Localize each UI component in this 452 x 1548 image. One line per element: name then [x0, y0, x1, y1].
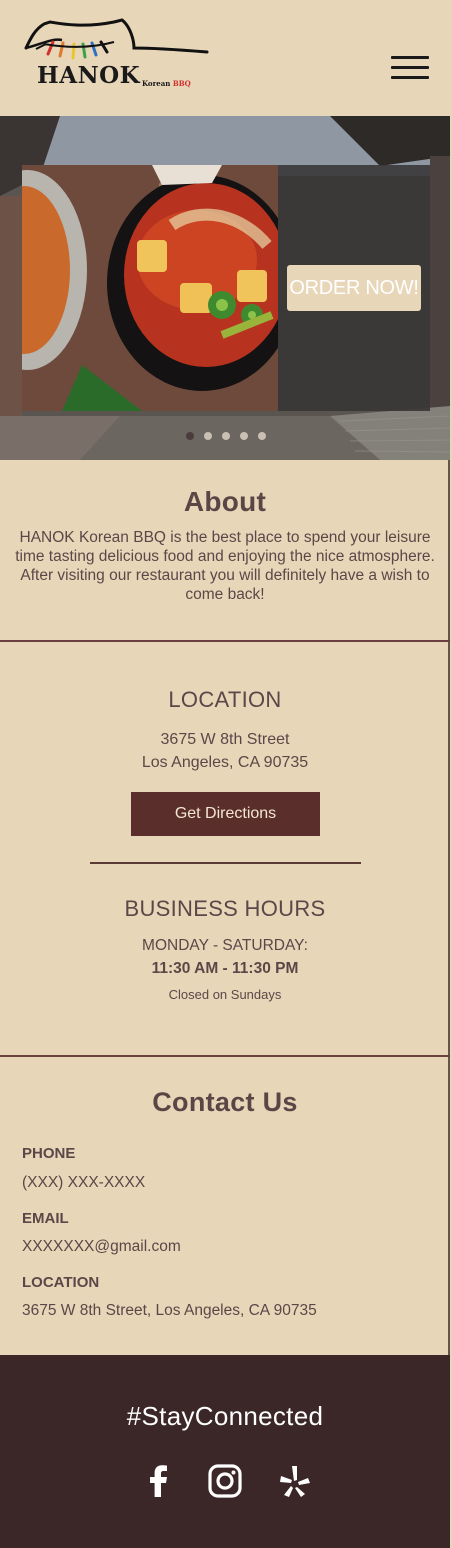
hours-closed-note: Closed on Sundays [168, 987, 282, 1002]
business-hours-title: BUSINESS HOURS [124, 896, 326, 921]
logo-subtitle: Korean BBQ [142, 79, 191, 88]
location-label: LOCATION [22, 1274, 100, 1291]
section-divider [90, 862, 361, 864]
get-directions-button[interactable]: Get Directions [131, 792, 320, 836]
carousel-dot[interactable] [204, 432, 212, 440]
order-panel: ORDER NOW! [278, 165, 430, 411]
hours-time: 11:30 AM - 11:30 PM [151, 960, 299, 977]
site-header: HANOK Korean BBQ [0, 0, 450, 116]
stay-connected-hashtag: #StayConnected [126, 1401, 324, 1431]
logo-text: HANOK [37, 62, 141, 89]
about-title: About [183, 486, 267, 517]
carousel-dot[interactable] [222, 432, 230, 440]
carousel-dot[interactable] [186, 432, 194, 440]
menu-bar [391, 76, 429, 79]
menu-bar [391, 56, 429, 59]
phone-value[interactable]: (XXX) XXX-XXXX [22, 1174, 145, 1192]
address-line-2: Los Angeles, CA 90735 [141, 754, 309, 771]
location-address: 3675 W 8th Street Los Angeles, CA 90735 [0, 728, 450, 774]
location-title: LOCATION [168, 687, 282, 712]
email-value[interactable]: XXXXXXX@gmail.com [22, 1238, 181, 1256]
contact-section: Contact Us PHONE (XXX) XXX-XXXX EMAIL XX… [0, 1057, 450, 1355]
menu-bar [391, 66, 429, 69]
hours-days: MONDAY - SATURDAY: [142, 937, 308, 954]
carousel-indicators [186, 432, 266, 440]
hamburger-menu-icon[interactable] [391, 56, 429, 80]
order-now-button[interactable]: ORDER NOW! [287, 265, 421, 311]
address-line-1: 3675 W 8th Street [160, 731, 290, 748]
hero-carousel: ORDER NOW! [0, 116, 450, 460]
instagram-icon[interactable] [207, 1463, 243, 1499]
carousel-dot[interactable] [258, 432, 266, 440]
hanok-logo[interactable]: HANOK Korean BBQ [22, 18, 212, 98]
logo-sub-bbq: BBQ [172, 79, 191, 88]
contact-title: Contact Us [152, 1087, 298, 1117]
about-text: HANOK Korean BBQ is the best place to sp… [15, 529, 435, 603]
hanok-roof-icon [24, 18, 209, 60]
phone-label: PHONE [22, 1145, 76, 1162]
page: HANOK Korean BBQ ORDER NOW! About HANOK … [0, 0, 450, 1548]
carousel-dot[interactable] [240, 432, 248, 440]
site-footer: #StayConnected [0, 1355, 450, 1548]
email-label: EMAIL [22, 1210, 69, 1227]
yelp-icon[interactable] [277, 1463, 313, 1499]
stew-food-image [22, 165, 278, 411]
logo-sub-korean: Korean [142, 79, 171, 88]
facebook-icon[interactable] [141, 1463, 177, 1499]
location-value: 3675 W 8th Street, Los Angeles, CA 90735 [22, 1302, 317, 1319]
location-hours-section: LOCATION 3675 W 8th Street Los Angeles, … [0, 642, 450, 1057]
hero-slide: ORDER NOW! [22, 165, 430, 411]
about-section: About HANOK Korean BBQ is the best place… [0, 460, 450, 642]
